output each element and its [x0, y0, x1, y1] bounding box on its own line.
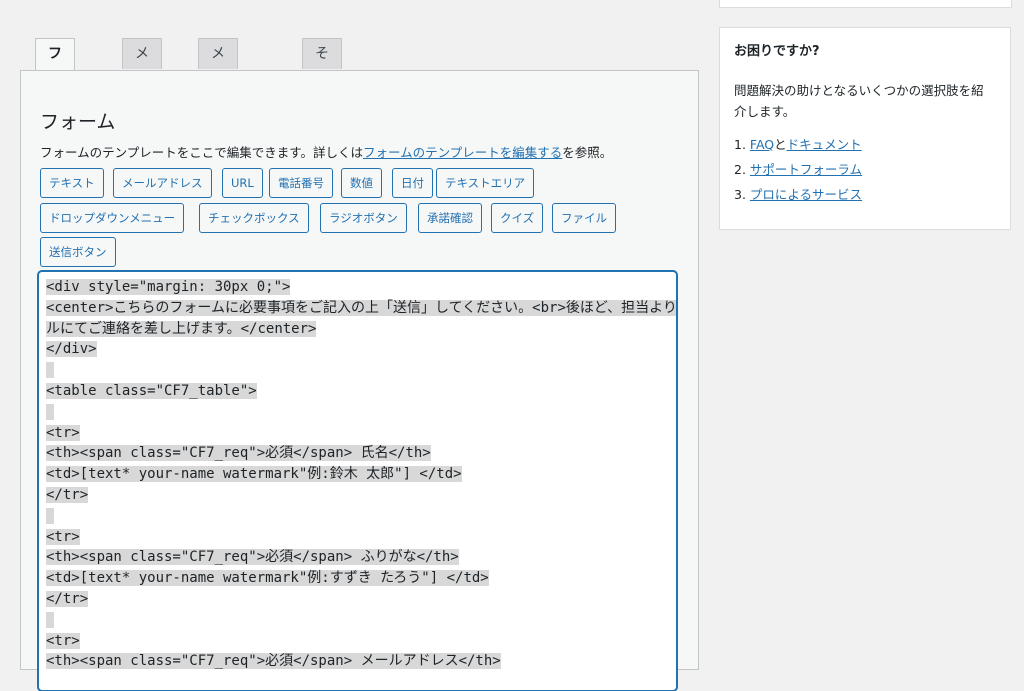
code-line: <tr>	[46, 424, 80, 441]
code-line: <center>こちらのフォームに必要事項をご記入の上「送信」してください。<b…	[46, 298, 676, 319]
desc-prefix: フォームのテンプレートをここで編集できます。詳しくは	[40, 145, 364, 160]
help-list: 1. FAQとドキュメント 2. サポートフォーラム 3. プロによるサービス	[734, 132, 862, 207]
tag-button-checkbox[interactable]: チェックボックス	[199, 203, 309, 233]
help-item: 3. プロによるサービス	[734, 182, 862, 207]
code-line: <tr>	[46, 528, 80, 545]
help-item-number: 1.	[734, 137, 746, 152]
code-line: </tr>	[46, 590, 89, 607]
code-line	[46, 610, 676, 631]
code-line: <th><span class="CF7_req">必須</span> ふりがな…	[46, 549, 459, 566]
help-item-number: 2.	[734, 162, 746, 177]
tag-button-textarea[interactable]: テキストエリア	[436, 168, 535, 198]
tag-button-tel[interactable]: 電話番号	[269, 168, 333, 198]
code-line: <td>[text* your-name watermark"例:鈴木 太郎"]…	[46, 466, 462, 483]
help-title: お困りですか?	[734, 44, 820, 59]
edit-template-link[interactable]: フォームのテンプレートを編集する	[363, 145, 562, 160]
tag-button-quiz[interactable]: クイズ	[491, 203, 544, 233]
tag-button-url[interactable]: URL	[222, 168, 263, 198]
code-line: <table class="CF7_table">	[46, 382, 257, 399]
editor-code: <div style="margin: 30px 0;"> <center>こち…	[46, 277, 676, 672]
tab-other-settings[interactable]: その他の設定	[302, 38, 342, 217]
code-line: <div style="margin: 30px 0;">	[46, 279, 291, 295]
help-item-number: 3.	[734, 187, 746, 202]
help-item-connector: と	[774, 137, 787, 152]
form-template-editor[interactable]: <div style="margin: 30px 0;"> <center>こち…	[38, 271, 677, 691]
tag-button-date[interactable]: 日付	[392, 168, 433, 198]
code-line: <tr>	[46, 632, 80, 649]
tag-button-submit[interactable]: 送信ボタン	[40, 237, 116, 267]
support-forum-link[interactable]: サポートフォーラム	[750, 162, 862, 177]
code-line	[46, 402, 676, 423]
panel-title: フォーム	[40, 111, 116, 133]
desc-suffix: を参照。	[562, 145, 613, 160]
code-line: <th><span class="CF7_req">必須</span> メールア…	[46, 653, 501, 670]
tag-button-file[interactable]: ファイル	[552, 203, 616, 233]
code-line: <th><span class="CF7_req">必須</span> 氏名</…	[46, 445, 431, 462]
faq-link[interactable]: FAQ	[750, 137, 774, 152]
professional-services-link[interactable]: プロによるサービス	[750, 187, 862, 202]
tag-button-acceptance[interactable]: 承諾確認	[418, 203, 482, 233]
tab-form[interactable]: フォーム	[35, 38, 75, 155]
code-line	[46, 506, 676, 527]
previous-panel-edge	[719, 0, 1012, 8]
tab-mail[interactable]: メール	[122, 38, 162, 124]
code-line: </div>	[46, 341, 97, 358]
panel-description: フォームのテンプレートをここで編集できます。詳しくはフォームのテンプレートを編集…	[40, 142, 612, 161]
tag-button-email[interactable]: メールアドレス	[113, 168, 212, 198]
tag-button-radio[interactable]: ラジオボタン	[320, 203, 407, 233]
tag-button-number[interactable]: 数値	[341, 168, 382, 198]
help-item: 1. FAQとドキュメント	[734, 132, 862, 157]
code-line	[46, 360, 676, 381]
code-line: </tr>	[46, 486, 89, 503]
code-line: <td>[text* your-name watermark"例:すずき たろう…	[46, 570, 489, 587]
help-text: 問題解決の助けとなるいくつかの選択肢を紹介します。	[734, 83, 984, 119]
tag-button-dropdown[interactable]: ドロップダウンメニュー	[40, 203, 185, 233]
help-item: 2. サポートフォーラム	[734, 157, 862, 182]
code-line: ルにてご連絡を差し上げます。</center>	[46, 320, 317, 337]
help-box: お困りですか? 問題解決の助けとなるいくつかの選択肢を紹介します。 1. FAQ…	[719, 27, 1011, 230]
form-panel: フォーム フォームのテンプレートをここで編集できます。詳しくはフォームのテンプレ…	[20, 70, 699, 691]
tag-button-text[interactable]: テキスト	[40, 168, 104, 198]
tab-messages[interactable]: メッセージ	[198, 38, 238, 186]
documentation-link[interactable]: ドキュメント	[787, 137, 862, 152]
